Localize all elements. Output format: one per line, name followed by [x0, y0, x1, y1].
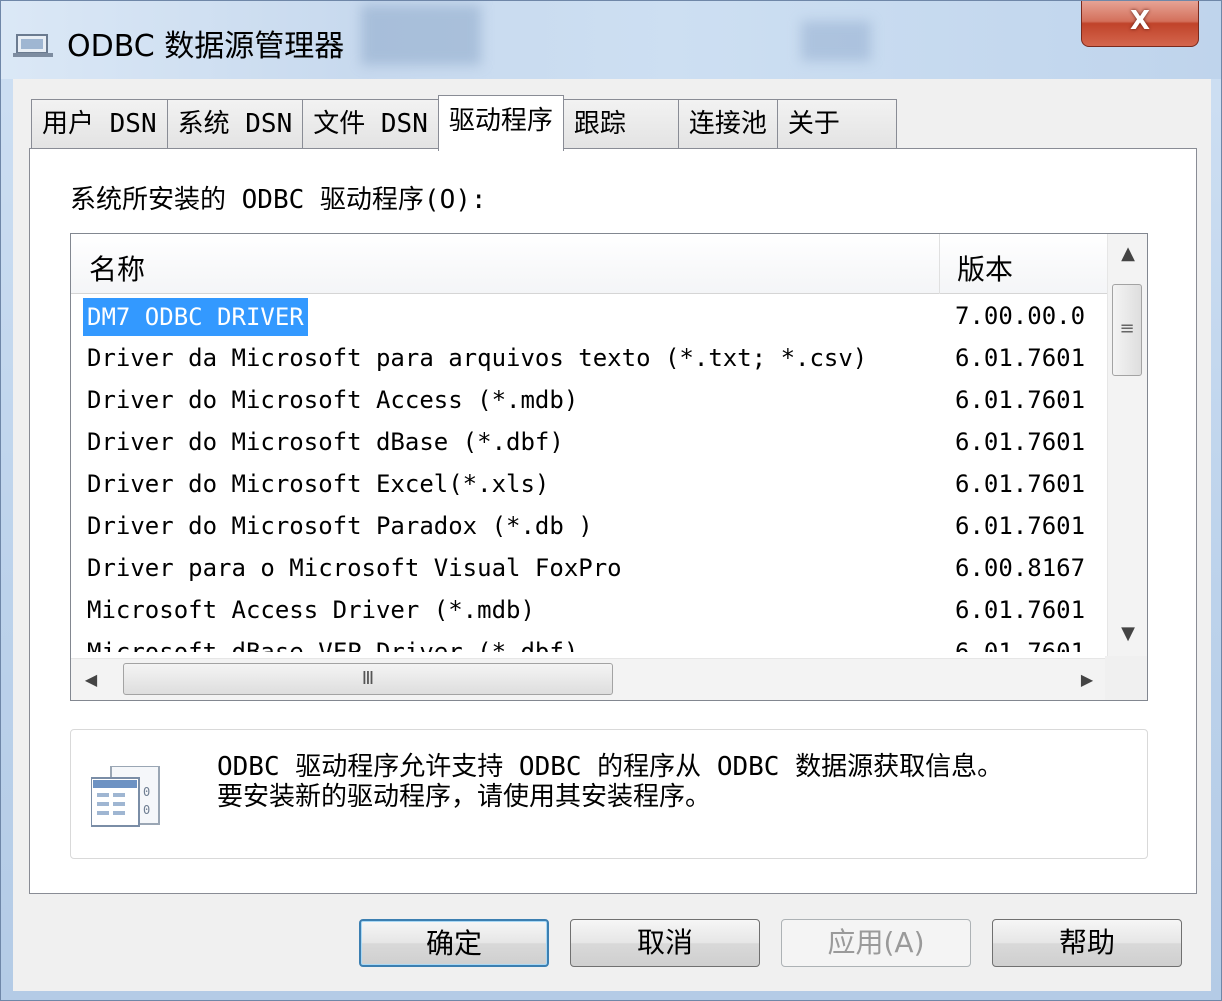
driver-version: 6.00.8167 — [955, 554, 1086, 582]
driver-name: Driver da Microsoft para arquivos texto … — [87, 344, 868, 372]
ok-button[interactable]: 确定 — [359, 919, 549, 967]
driver-row[interactable]: Driver para o Microsoft Visual FoxPro 6.… — [71, 548, 1107, 590]
driver-version: 6.01.7601 — [955, 344, 1086, 372]
column-divider[interactable] — [939, 234, 940, 294]
horizontal-scrollbar[interactable]: ◀ Ⅲ ▶ — [71, 658, 1107, 700]
tab-tracing[interactable]: 跟踪 — [562, 99, 679, 149]
driver-name: Driver para o Microsoft Visual FoxPro — [87, 554, 622, 582]
horizontal-scroll-thumb[interactable]: Ⅲ — [123, 663, 613, 695]
info-line-2: 要安装新的驱动程序，请使用其安装程序。 — [217, 782, 712, 812]
cancel-button[interactable]: 取消 — [570, 919, 760, 967]
drivers-listview[interactable]: 名称 版本 DM7 ODBC DRIVER 7.00.00.0 Driver d… — [70, 233, 1148, 701]
driver-version: 6.01.7601 — [955, 512, 1086, 540]
driver-row[interactable]: Driver do Microsoft Access (*.mdb) 6.01.… — [71, 380, 1107, 422]
column-header-version[interactable]: 版本 — [957, 248, 1013, 288]
driver-version: 6.01.7601 — [955, 596, 1086, 624]
info-line-1: ODBC 驱动程序允许支持 ODBC 的程序从 ODBC 数据源获取信息。 — [217, 752, 1004, 782]
driver-row[interactable]: Microsoft Access Driver (*.mdb) 6.01.760… — [71, 590, 1107, 632]
driver-name: Driver do Microsoft Access (*.mdb) — [87, 386, 579, 414]
drivers-tab-panel: 系统所安装的 ODBC 驱动程序(O): 名称 版本 DM7 ODBC DRIV… — [29, 148, 1197, 894]
driver-row[interactable]: Driver do Microsoft Excel(*.xls) 6.01.76… — [71, 464, 1107, 506]
driver-version: 6.01.7601 — [955, 470, 1086, 498]
driver-version: 6.01.7601 — [955, 386, 1086, 414]
list-header: 名称 版本 — [71, 234, 1107, 294]
vertical-scrollbar[interactable]: ▲ ≡ ▼ — [1107, 234, 1147, 658]
driver-row[interactable]: Driver da Microsoft para arquivos texto … — [71, 338, 1107, 380]
scroll-left-arrow-icon[interactable]: ◀ — [71, 659, 111, 701]
odbc-dialog-window: ODBC 数据源管理器 X 用户 DSN 系统 DSN 文件 DSN 驱动程序 … — [0, 0, 1222, 1001]
tab-connection-pooling[interactable]: 连接池 — [677, 99, 778, 149]
svg-text:0: 0 — [143, 803, 150, 817]
scroll-down-arrow-icon[interactable]: ▼ — [1108, 614, 1148, 654]
scrollbar-corner — [1105, 656, 1147, 700]
info-box: 0 0 ODBC 驱动程序允许支持 ODBC 的程序从 ODBC 数据源获取信息… — [70, 729, 1148, 859]
driver-row[interactable]: Driver do Microsoft dBase (*.dbf) 6.01.7… — [71, 422, 1107, 464]
tab-drivers[interactable]: 驱动程序 — [437, 95, 564, 151]
info-description: ODBC 驱动程序允许支持 ODBC 的程序从 ODBC 数据源获取信息。 要安… — [217, 752, 1003, 812]
close-button[interactable]: X — [1081, 1, 1199, 47]
help-button[interactable]: 帮助 — [992, 919, 1182, 967]
odbc-document-icon: 0 0 — [90, 765, 171, 836]
column-header-name[interactable]: 名称 — [89, 248, 145, 288]
tab-file-dsn[interactable]: 文件 DSN — [302, 99, 439, 149]
apply-button[interactable]: 应用(A) — [781, 919, 971, 967]
driver-rows: DM7 ODBC DRIVER 7.00.00.0 Driver da Micr… — [71, 296, 1107, 652]
window-title: ODBC 数据源管理器 — [67, 29, 345, 64]
title-bar: ODBC 数据源管理器 X — [1, 1, 1221, 79]
driver-name: Driver do Microsoft Paradox (*.db ) — [87, 512, 593, 540]
driver-name: Microsoft Access Driver (*.mdb) — [87, 596, 535, 624]
dialog-client-area: 用户 DSN 系统 DSN 文件 DSN 驱动程序 跟踪 连接池 关于 系统所安… — [13, 79, 1211, 991]
driver-version: 7.00.00.0 — [955, 302, 1086, 330]
driver-version: 6.01.7601 — [955, 428, 1086, 456]
odbc-app-icon — [13, 29, 53, 59]
driver-name: Driver do Microsoft dBase (*.dbf) — [87, 428, 564, 456]
driver-row[interactable]: DM7 ODBC DRIVER 7.00.00.0 — [71, 296, 1107, 338]
driver-name: DM7 ODBC DRIVER — [83, 298, 308, 336]
tab-about[interactable]: 关于 — [776, 99, 897, 149]
tab-strip: 用户 DSN 系统 DSN 文件 DSN 驱动程序 跟踪 连接池 关于 — [31, 95, 897, 151]
scroll-right-arrow-icon[interactable]: ▶ — [1067, 659, 1107, 701]
driver-row[interactable]: Driver do Microsoft Paradox (*.db ) 6.01… — [71, 506, 1107, 548]
driver-name: Driver do Microsoft Excel(*.xls) — [87, 470, 550, 498]
drivers-list-label: 系统所安装的 ODBC 驱动程序(O): — [70, 185, 487, 215]
driver-version: 6.01.7601 — [955, 638, 1086, 652]
tab-user-dsn[interactable]: 用户 DSN — [31, 99, 168, 149]
svg-text:0: 0 — [143, 785, 150, 799]
tab-system-dsn[interactable]: 系统 DSN — [166, 99, 304, 149]
driver-name: Microsoft dBase VFP Driver (*.dbf) — [87, 638, 579, 652]
scroll-up-arrow-icon[interactable]: ▲ — [1108, 234, 1148, 274]
vertical-scroll-thumb[interactable]: ≡ — [1112, 284, 1142, 376]
driver-row[interactable]: Microsoft dBase VFP Driver (*.dbf) 6.01.… — [71, 632, 1107, 652]
